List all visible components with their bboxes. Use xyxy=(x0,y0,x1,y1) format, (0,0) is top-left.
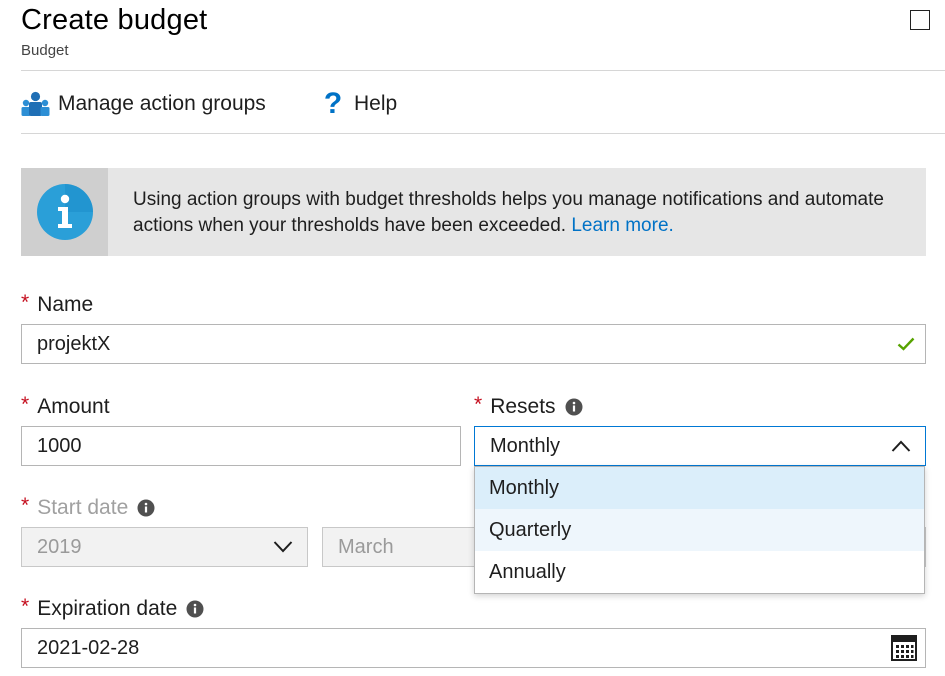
amount-label: * Amount xyxy=(21,393,110,418)
amount-input[interactable]: 1000 xyxy=(21,426,461,466)
info-icon[interactable] xyxy=(186,600,204,618)
amount-value: 1000 xyxy=(37,434,82,457)
expiration-date-label: * Expiration date xyxy=(21,595,204,621)
toolbar-divider xyxy=(21,133,945,134)
name-input[interactable]: projektX xyxy=(21,324,926,364)
info-icon[interactable] xyxy=(137,499,155,517)
required-marker: * xyxy=(21,494,30,517)
resets-option-quarterly[interactable]: Quarterly xyxy=(475,509,924,551)
resets-dropdown[interactable]: Monthly xyxy=(474,426,926,466)
banner-text: Using action groups with budget threshol… xyxy=(133,189,884,236)
resets-selected-value: Monthly xyxy=(490,434,561,457)
banner-message: Using action groups with budget threshol… xyxy=(133,187,903,239)
start-month-value: March xyxy=(338,535,394,558)
start-year-value: 2019 xyxy=(37,535,82,558)
resets-option-monthly[interactable]: Monthly xyxy=(475,467,924,509)
maximize-icon[interactable] xyxy=(910,10,930,30)
page-subtitle: Budget xyxy=(21,42,69,59)
resets-option-annually[interactable]: Annually xyxy=(475,551,924,593)
info-banner: Using action groups with budget threshol… xyxy=(21,168,926,256)
required-marker: * xyxy=(21,291,30,314)
chevron-down-icon xyxy=(273,528,293,566)
info-icon[interactable] xyxy=(565,398,583,416)
banner-icon-box xyxy=(21,168,108,256)
help-label: Help xyxy=(354,92,398,115)
name-label: * Name xyxy=(21,291,94,316)
calendar-icon[interactable] xyxy=(891,629,917,667)
info-circle-icon xyxy=(36,184,93,240)
learn-more-link[interactable]: Learn more. xyxy=(571,215,673,236)
start-date-label: * Start date xyxy=(21,494,155,520)
people-icon xyxy=(21,91,50,117)
start-year-dropdown[interactable]: 2019 xyxy=(21,527,308,567)
chevron-up-icon xyxy=(891,427,911,465)
expiration-date-input[interactable]: 2021-02-28 xyxy=(21,628,926,668)
name-value: projektX xyxy=(37,332,111,355)
help-button[interactable]: ? Help xyxy=(320,86,397,122)
required-marker: * xyxy=(21,595,30,618)
resets-label: * Resets xyxy=(474,393,583,419)
required-marker: * xyxy=(21,393,30,416)
resets-options-list: Monthly Quarterly Annually xyxy=(474,466,925,594)
page-title: Create budget xyxy=(21,4,208,36)
header-divider xyxy=(21,70,945,71)
required-marker: * xyxy=(474,393,483,416)
expiration-date-value: 2021-02-28 xyxy=(37,636,140,659)
manage-action-groups-label: Manage action groups xyxy=(58,92,266,115)
manage-action-groups-button[interactable]: Manage action groups xyxy=(21,86,266,122)
checkmark-icon xyxy=(897,325,915,363)
question-icon: ? xyxy=(323,87,343,120)
